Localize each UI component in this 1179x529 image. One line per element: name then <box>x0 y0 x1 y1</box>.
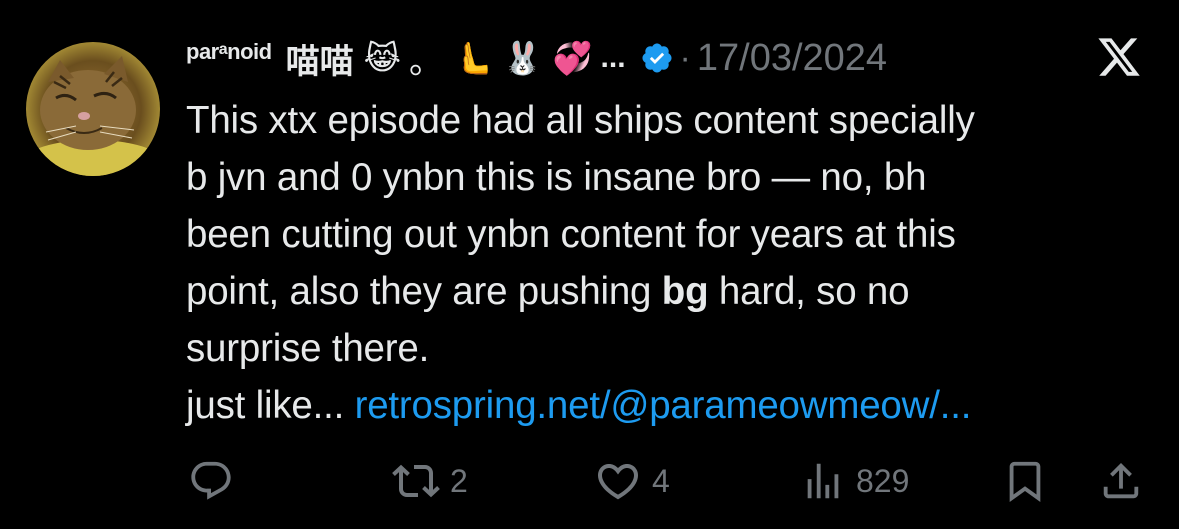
display-name-cjk[interactable]: 喵喵 <box>286 34 354 83</box>
views-count: 829 <box>856 462 910 499</box>
views-button[interactable]: 829 <box>800 456 909 506</box>
bookmark-icon <box>1009 461 1041 502</box>
x-logo-icon <box>1098 38 1140 76</box>
tweet-header: paranoid 喵喵 😹 。 🫷 🐰 💞 ... · 17/03/2024 <box>186 30 887 86</box>
retweet-button[interactable]: 2 <box>392 456 468 506</box>
display-name[interactable]: paranoid <box>186 39 272 65</box>
tweet-text-line: point, also they are pushing bg hard, so… <box>186 270 910 313</box>
name-truncation-ellipsis: ... <box>600 41 626 74</box>
share-button[interactable] <box>1098 456 1144 506</box>
revolving-hearts-emoji: 💞 <box>552 39 593 77</box>
date-separator: · <box>679 38 691 77</box>
bold-ship-name: bg <box>661 270 709 313</box>
tweet-text-line: surprise there. <box>186 327 430 370</box>
tweet-text-line: This xtx episode had all ships content s… <box>186 99 975 142</box>
retweet-icon <box>392 464 440 498</box>
tweet-text: This xtx episode had all ships content s… <box>186 92 1166 434</box>
reply-button[interactable] <box>188 456 234 506</box>
views-icon <box>807 463 839 499</box>
tweet-text-line: been cutting out ynbn content for years … <box>186 213 956 256</box>
cat-avatar-image <box>26 42 160 176</box>
tweet-card[interactable]: paranoid 喵喵 😹 。 🫷 🐰 💞 ... · 17/03/2024 T… <box>0 0 1179 529</box>
bookmark-button[interactable] <box>1002 456 1048 506</box>
tweet-actions-bar: 2 4 829 <box>186 456 1146 506</box>
verified-badge-icon[interactable] <box>640 41 674 75</box>
laughing-cat-emoji: 😹 <box>363 39 401 77</box>
rabbit-face-emoji: 🐰 <box>502 39 543 77</box>
tweet-text-line: b jvn and 0 ynbn this is insane bro — no… <box>186 156 927 199</box>
pushing-hand-emoji: 🫷 <box>453 39 493 77</box>
share-icon <box>1103 462 1139 499</box>
heart-icon <box>597 464 639 500</box>
retrospring-link[interactable]: retrospring.net/@parameowmeow/... <box>355 384 972 427</box>
like-count: 4 <box>652 462 670 499</box>
tweet-text-line: just like... retrospring.net/@parameowme… <box>186 384 972 427</box>
tweet-date[interactable]: 17/03/2024 <box>697 37 887 80</box>
like-button[interactable]: 4 <box>594 456 670 506</box>
avatar[interactable] <box>26 42 160 176</box>
name-separator: 。 <box>409 41 443 82</box>
reply-icon <box>191 461 231 500</box>
retweet-count: 2 <box>450 462 468 499</box>
